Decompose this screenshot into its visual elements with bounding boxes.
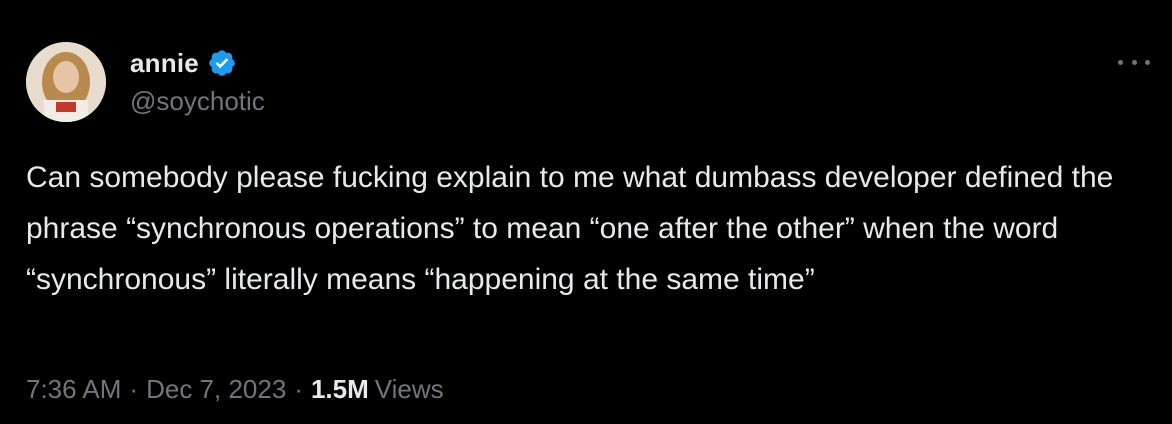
views-count[interactable]: 1.5M <box>311 374 369 405</box>
tweet: annie @soychotic Can somebody please fuc… <box>0 0 1172 424</box>
views-label: Views <box>374 374 444 404</box>
more-options-icon[interactable] <box>1118 50 1150 74</box>
avatar-image <box>26 42 106 122</box>
tweet-date[interactable]: Dec 7, 2023 <box>146 374 286 405</box>
meta-separator: · <box>129 374 139 404</box>
display-name[interactable]: annie <box>130 48 199 79</box>
tweet-time[interactable]: 7:36 AM <box>26 374 121 405</box>
more-dot <box>1145 59 1150 65</box>
verified-badge-icon <box>207 48 237 78</box>
avatar[interactable] <box>26 42 106 122</box>
handle[interactable]: @soychotic <box>130 86 265 117</box>
meta-separator: · <box>294 374 303 404</box>
more-dot <box>1118 59 1123 65</box>
tweet-meta: 7:36 AM · Dec 7, 2023 · 1.5M Views <box>26 374 444 405</box>
author-row: annie <box>130 46 237 80</box>
tweet-text: Can somebody please fucking explain to m… <box>26 161 1114 296</box>
more-dot <box>1131 59 1137 65</box>
